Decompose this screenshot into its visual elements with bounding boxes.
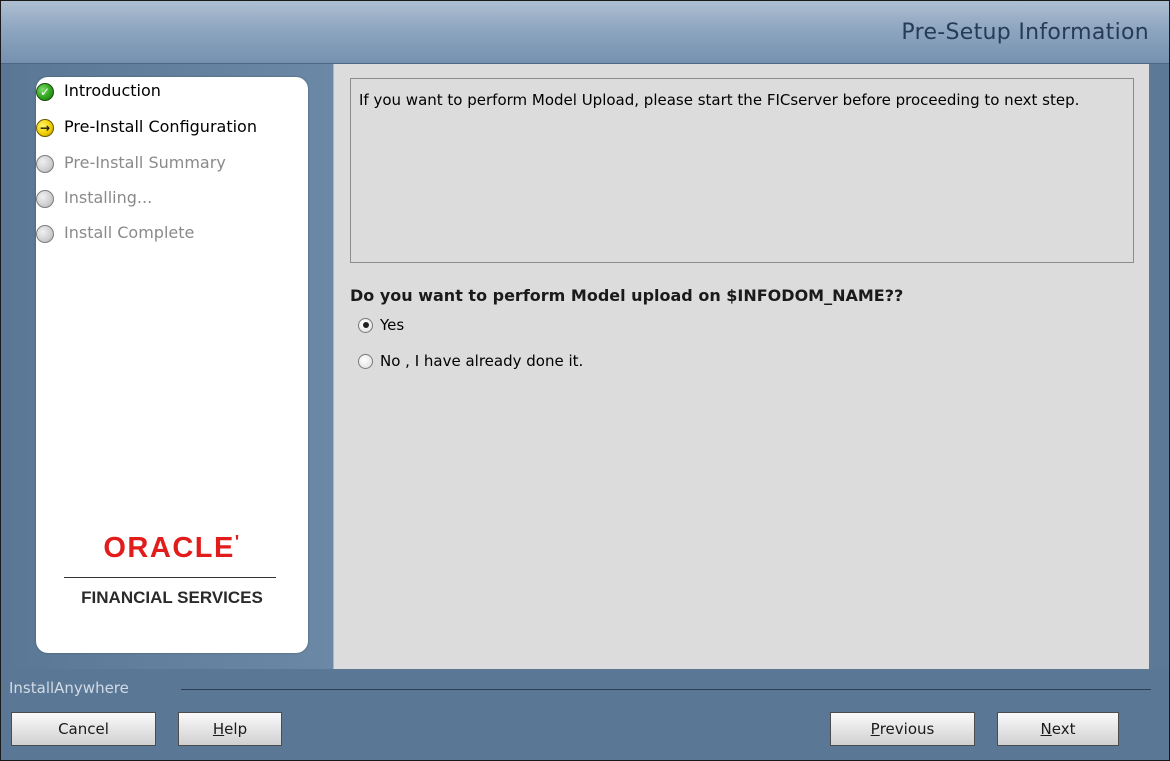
help-button[interactable]: Help [178,712,282,746]
header-bar: Pre-Setup Information [1,1,1169,64]
step-label: Pre-Install Summary [64,153,226,172]
logo-divider [64,577,276,578]
step-install-complete: Install Complete [36,222,308,246]
step-pre-install-summary: Pre-Install Summary [36,152,308,176]
brand-row: InstallAnywhere [1,679,1169,699]
question-label: Do you want to perform Model upload on $… [350,286,904,305]
step-label: Installing... [64,188,153,207]
step-introduction: ✓ Introduction [36,80,308,104]
step-label: Pre-Install Configuration [64,117,257,136]
check-icon: ✓ [36,83,54,101]
next-button[interactable]: Next [997,712,1119,746]
previous-button[interactable]: Previous [830,712,975,746]
step-label: Introduction [64,81,161,100]
radio-no-label: No , I have already done it. [380,352,584,370]
step-label: Install Complete [64,223,195,242]
circle-icon [36,225,54,243]
radio-no[interactable]: No , I have already done it. [358,350,583,372]
arrow-right-icon: → [36,119,54,137]
installanywhere-label: InstallAnywhere [9,679,137,697]
logo-tagline: FINANCIAL SERVICES [81,588,263,607]
installer-window: Pre-Setup Information ✓ Introduction → P… [0,0,1170,761]
step-pre-install-configuration: → Pre-Install Configuration [36,116,308,140]
radio-yes-label: Yes [380,316,405,334]
message-text: If you want to perform Model Upload, ple… [359,91,1080,109]
body-area: ✓ Introduction → Pre-Install Configurati… [1,64,1169,669]
brand-divider [181,689,1151,690]
cancel-button[interactable]: Cancel [11,712,156,746]
steps-panel: ✓ Introduction → Pre-Install Configurati… [36,77,308,653]
oracle-wordmark: ORACLE' [103,532,241,564]
radio-unselected-icon[interactable] [358,353,373,369]
content-panel: If you want to perform Model Upload, ple… [333,64,1149,669]
radio-yes[interactable]: Yes [358,314,404,336]
message-box: If you want to perform Model Upload, ple… [350,78,1134,263]
radio-selected-icon[interactable] [358,317,373,333]
step-installing: Installing... [36,187,308,211]
footer-bar: InstallAnywhere Cancel Help Previous Nex… [1,669,1169,760]
circle-icon [36,190,54,208]
circle-icon [36,155,54,173]
page-title: Pre-Setup Information [901,20,1149,45]
